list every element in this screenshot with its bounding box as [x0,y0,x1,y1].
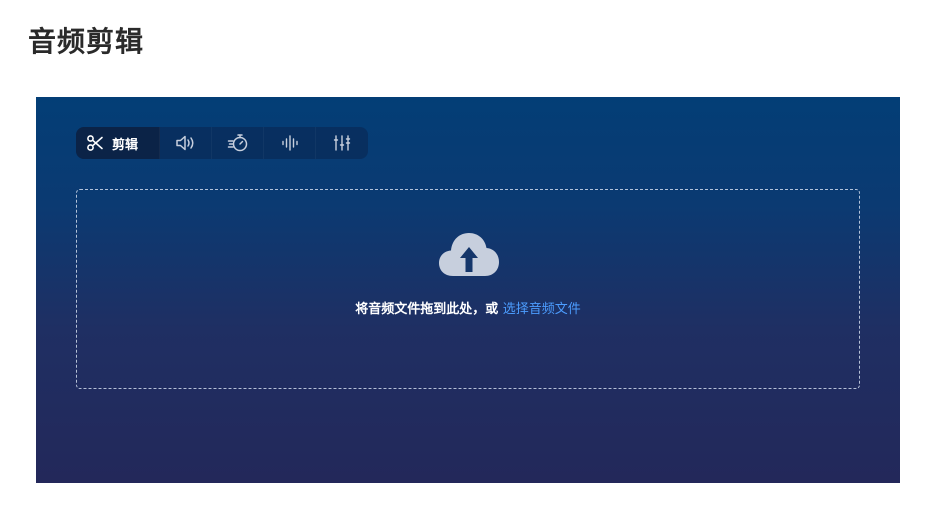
scissors-icon [86,134,104,152]
equalizer-icon [332,134,352,152]
tool-cut-label: 剪辑 [112,137,139,153]
audio-editor-panel: 剪辑 将音频文件拖到此处，或 选择音频文件 [36,97,900,483]
upload-dropzone[interactable]: 将音频文件拖到此处，或 选择音频文件 [76,189,860,389]
editor-toolbar: 剪辑 [76,127,368,159]
waveform-icon [280,134,300,152]
tool-waveform-button[interactable] [264,127,316,159]
tool-volume-button[interactable] [160,127,212,159]
dropzone-text: 将音频文件拖到此处，或 [355,302,503,317]
tool-equalizer-button[interactable] [316,127,368,159]
select-audio-file-link[interactable]: 选择音频文件 [503,302,581,317]
dropzone-instruction: 将音频文件拖到此处，或 选择音频文件 [77,298,859,317]
volume-icon [175,134,197,152]
cloud-upload-icon [438,230,500,278]
page-title: 音频剪辑 [28,25,145,58]
tool-cut-button[interactable]: 剪辑 [76,127,160,159]
speed-timer-icon [227,133,249,153]
tool-speed-button[interactable] [212,127,264,159]
